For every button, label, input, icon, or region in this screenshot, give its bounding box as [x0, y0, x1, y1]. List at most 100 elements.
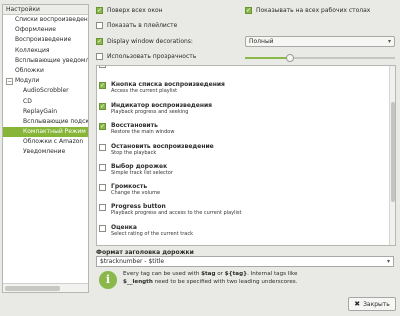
help-tag: ${tag} [224, 271, 248, 277]
widget-row[interactable]: Progress button Playback progress and acc… [99, 203, 389, 216]
help-text-part: or [215, 271, 225, 277]
widget-checkbox[interactable] [99, 184, 106, 191]
widget-row[interactable]: Громкость Change the volume [99, 183, 389, 196]
sidebar-item[interactable]: Оформление [3, 25, 88, 35]
preferences-sidebar[interactable]: Настройки Списки воспроизведения Оформлен… [2, 4, 89, 293]
widgets-list[interactable]: Go to the next track ✓ Кнопка списка воспр… [96, 65, 396, 246]
always-on-top-option[interactable]: ✓ Поверх всех окон [96, 7, 163, 14]
sidebar-item[interactable]: CD [3, 97, 88, 107]
sidebar-item[interactable]: Уведомление [3, 147, 88, 157]
sidebar-item[interactable]: Компактный Режим [3, 127, 88, 138]
widget-text: Выбор дорожек Simple track list selector [111, 163, 173, 176]
transparency-slider[interactable] [245, 54, 395, 62]
help-text-part: need to be specified with two leading un… [152, 279, 298, 285]
transparency-option[interactable]: Использовать прозрачность [96, 53, 196, 60]
widget-checkbox[interactable] [99, 164, 106, 171]
widget-title: Кнопка списка воспроизведения [111, 81, 225, 88]
window-decorations-select[interactable]: Полный ▾ [245, 36, 395, 47]
always-on-top-label: Поверх всех окон [107, 7, 163, 14]
sidebar-item[interactable]: Коллекция [3, 46, 88, 56]
sidebar-item-label: CD [23, 97, 32, 105]
widget-description: Restore the main window [111, 129, 175, 135]
widget-text: Индикатор воспроизведения Playback progre… [111, 102, 212, 115]
widget-row[interactable]: Go to the next track [99, 65, 389, 68]
sidebar-header[interactable]: Настройки [3, 5, 88, 15]
widget-text: Go to the next track [111, 65, 161, 66]
show-in-playlist-option[interactable]: Показать в плейлисте [96, 22, 177, 29]
close-icon: ✖ [354, 300, 361, 308]
sidebar-item[interactable]: − Модули [3, 76, 88, 86]
widget-checkbox[interactable]: ✓ [99, 82, 106, 89]
show-all-desktops-checkbox[interactable]: ✓ [245, 7, 252, 14]
widget-checkbox[interactable]: ✓ [99, 123, 106, 130]
widget-row[interactable]: Выбор дорожек Simple track list selector [99, 163, 389, 176]
widget-checkbox[interactable]: ✓ [99, 103, 106, 110]
transparency-label: Использовать прозрачность [107, 53, 197, 60]
sidebar-item[interactable]: Всплывающие уведомления [3, 56, 88, 66]
widget-row[interactable]: ✓ Индикатор воспроизведения Playback progr… [99, 102, 389, 115]
chevron-down-icon: ▾ [387, 38, 391, 45]
scrollbar-thumb[interactable] [5, 286, 60, 291]
sidebar-item[interactable]: AudioScrobbler [3, 86, 88, 96]
sidebar-item-label: Воспроизведение [15, 36, 72, 44]
window-decorations-label: Display window decorations: [107, 38, 193, 45]
sidebar-item-label: Всплывающие уведомления [15, 56, 88, 64]
widget-description: Select rating of the current track [111, 231, 193, 237]
window-decorations-option[interactable]: ✓ Display window decorations: [96, 38, 193, 45]
widget-checkbox[interactable] [99, 204, 106, 211]
sidebar-item[interactable]: Всплывающие подсказки [3, 117, 88, 127]
close-button[interactable]: ✖ Закрыть [348, 297, 396, 311]
widget-title: Индикатор воспроизведения [111, 102, 213, 109]
widget-checkbox[interactable] [99, 225, 106, 232]
track-format-input[interactable]: $tracknumber - $title ▾ [96, 256, 394, 267]
window-decorations-checkbox[interactable]: ✓ [96, 38, 103, 45]
sidebar-item-label: Модули [15, 77, 40, 85]
widget-description: Stop the playback [111, 150, 157, 156]
widgets-list-scrollbar[interactable] [389, 66, 395, 245]
scrollbar-thumb[interactable] [391, 102, 395, 202]
widget-row[interactable]: Оценка Select rating of the current track [99, 224, 389, 237]
widget-description: Playback progress and access to the curr… [111, 210, 242, 216]
widget-description: Access the current playlist [111, 88, 178, 94]
widget-checkbox[interactable] [99, 144, 106, 151]
show-all-desktops-label: Показывать на всех рабочих столах [256, 7, 371, 14]
sidebar-item-label: Всплывающие подсказки [23, 117, 88, 125]
sidebar-item-label: Обложки [15, 66, 44, 74]
sidebar-item[interactable]: Обложки с Amazon [3, 137, 88, 147]
widget-text: Кнопка списка воспроизведения Access the … [111, 81, 225, 94]
sidebar-item[interactable]: Обложки [3, 66, 88, 76]
sidebar-item-label: ReplayGain [23, 107, 58, 115]
sidebar-item-label: Коллекция [15, 46, 50, 54]
help-text-part: . Internal tags like [247, 271, 298, 277]
show-in-playlist-checkbox[interactable] [96, 22, 103, 29]
widget-row[interactable]: Остановить воспроизведение Stop the playb… [99, 143, 389, 156]
sidebar-item[interactable]: ReplayGain [3, 107, 88, 117]
widget-row[interactable]: ✓ Восстановить Restore the main window [99, 122, 389, 135]
widget-description: Playback progress and seeking [111, 109, 189, 115]
help-tag: $__length [123, 279, 153, 285]
sidebar-item-label: Обложки с Amazon [23, 138, 84, 146]
show-in-playlist-label: Показать в плейлисте [107, 22, 178, 29]
tag-help-text: Every tag can be used with $tag or ${tag… [123, 270, 298, 286]
widget-title: Progress button [111, 203, 166, 210]
track-format-value: $tracknumber - $title [100, 258, 165, 265]
show-all-desktops-option[interactable]: ✓ Показывать на всех рабочих столах [245, 7, 370, 14]
transparency-checkbox[interactable] [96, 53, 103, 60]
sidebar-item[interactable]: Списки воспроизведения [3, 15, 88, 25]
window-decorations-value: Полный [249, 38, 274, 45]
always-on-top-checkbox[interactable]: ✓ [96, 7, 103, 14]
widget-title: Остановить воспроизведение [111, 143, 214, 150]
sidebar-horizontal-scrollbar[interactable] [3, 283, 88, 292]
sidebar-item-label: Компактный Режим [23, 128, 86, 136]
slider-fill [245, 57, 290, 59]
chevron-down-icon[interactable]: ▾ [387, 257, 390, 266]
widget-title: Громкость [111, 183, 148, 190]
widget-text: Восстановить Restore the main window [111, 122, 174, 135]
expander-icon[interactable]: − [6, 77, 13, 85]
help-text-part: Every tag can be used with [123, 271, 202, 277]
sidebar-item[interactable]: Воспроизведение [3, 35, 88, 45]
slider-handle[interactable] [286, 54, 294, 62]
widget-row[interactable]: ✓ Кнопка списка воспроизведения Access the… [99, 81, 389, 94]
widget-checkbox[interactable] [99, 66, 106, 68]
info-icon: i [99, 271, 117, 289]
